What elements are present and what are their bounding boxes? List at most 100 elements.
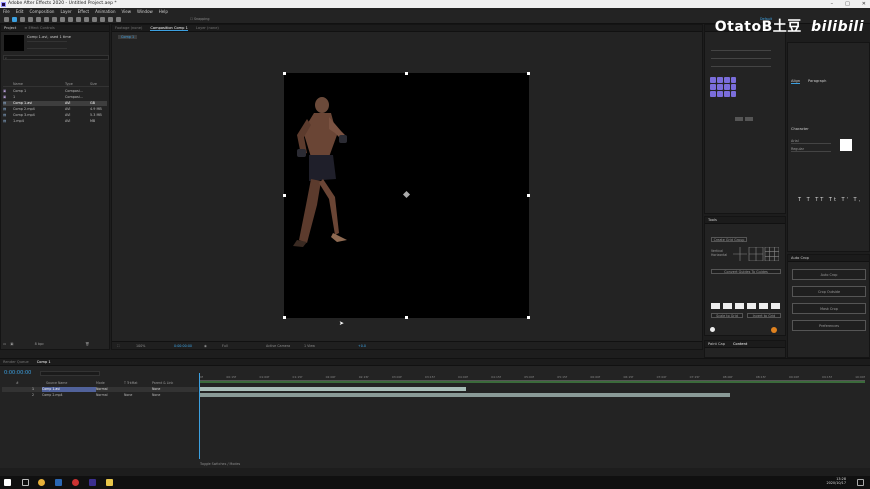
menu-animation[interactable]: Animation <box>95 8 115 15</box>
brush-tool-icon[interactable] <box>84 17 89 22</box>
comp1-timeline-tab[interactable]: Comp 1 <box>37 359 51 365</box>
col-name[interactable]: Name <box>3 82 65 86</box>
home-icon[interactable] <box>4 17 9 22</box>
paragraph-tab[interactable]: Paragraph <box>808 79 826 84</box>
work-area-bar[interactable] <box>200 381 865 383</box>
menu-window[interactable]: Window <box>137 8 153 15</box>
system-clock[interactable]: 13:28 2020/10/17 <box>826 477 846 485</box>
invert-to-grid-button[interactable]: Invert to Grid <box>747 313 781 318</box>
col-size[interactable]: Size <box>90 82 97 86</box>
trash-icon[interactable]: 🗑 <box>85 342 89 346</box>
transform-handle[interactable] <box>283 316 286 319</box>
menu-effect[interactable]: Effect <box>78 8 90 15</box>
convert-guides-button[interactable]: Convert Guides To Guides <box>711 269 781 274</box>
settings-icon[interactable] <box>710 327 715 332</box>
character-tab[interactable]: Character <box>791 127 809 131</box>
transform-handle[interactable] <box>527 316 530 319</box>
camera-tool-icon[interactable] <box>44 17 49 22</box>
new-folder-icon[interactable]: ▭ <box>3 342 6 346</box>
eraser-tool-icon[interactable] <box>100 17 105 22</box>
menu-help[interactable]: Help <box>159 8 168 15</box>
menu-view[interactable]: View <box>122 8 132 15</box>
slider-track[interactable] <box>711 47 771 51</box>
transform-handle[interactable] <box>527 72 530 75</box>
crop-outside-button[interactable]: Crop Outside <box>792 286 866 297</box>
windows-start-icon[interactable] <box>4 479 11 486</box>
pen-icon[interactable] <box>745 117 753 121</box>
composition-tab[interactable]: Composition Comp 1 <box>150 25 188 31</box>
layer-row-2[interactable]: 2 Comp 2.mp4 Normal None None <box>2 393 198 398</box>
transform-handle[interactable] <box>527 194 530 197</box>
align-tab[interactable]: Align <box>791 79 801 84</box>
selection-tool-icon[interactable] <box>12 17 17 22</box>
rotate-tool-icon[interactable] <box>36 17 41 22</box>
align-top-icon[interactable] <box>747 303 756 309</box>
menu-composition[interactable]: Composition <box>29 8 54 15</box>
file-explorer-icon[interactable] <box>106 479 113 486</box>
col-trkmat[interactable]: T TrkMat <box>124 381 152 386</box>
project-item-comp1-avi[interactable]: ▤ Comp 1.avi AVI GB <box>3 101 107 106</box>
time-ruler[interactable]: 0f 00:15f 01:00f 01:15f 02:00f 02:15f 03:00f 03… <box>200 373 865 381</box>
menu-layer[interactable]: Layer <box>60 8 71 15</box>
footage-tab[interactable]: Footage (none) <box>115 25 142 31</box>
text-style-buttons[interactable]: T T TT Tt T' T, <box>798 197 862 203</box>
tools-tab[interactable]: Tools <box>708 217 717 223</box>
transform-handle[interactable] <box>405 316 408 319</box>
playhead[interactable] <box>199 373 200 459</box>
mask-crop-button[interactable]: Mask Crop <box>792 303 866 314</box>
paint-tab[interactable]: Paint Cap <box>708 341 725 347</box>
close-icon[interactable]: ✕ <box>862 0 866 8</box>
timeline-search-input[interactable] <box>40 371 100 376</box>
camera-dropdown[interactable]: Active Camera <box>266 344 290 348</box>
project-item-1-mp4[interactable]: ▤ 1.mp4 AVI MB <box>3 119 107 124</box>
effect-controls-tab[interactable]: ≡ Effect Controls <box>24 25 55 31</box>
exposure-value[interactable]: +0.0 <box>358 344 366 348</box>
type-tool-icon[interactable] <box>76 17 81 22</box>
auto-crop-button[interactable]: Auto Crop <box>792 269 866 280</box>
col-source-name[interactable]: Source Name <box>46 381 96 386</box>
timeline-current-time[interactable]: 0:00:00:00 <box>4 370 31 376</box>
minimize-icon[interactable]: – <box>831 0 834 8</box>
snapping-toggle[interactable]: ☐ Snapping <box>190 17 210 21</box>
transform-handle[interactable] <box>405 72 408 75</box>
font-family-dropdown[interactable]: Arial <box>791 139 831 144</box>
always-preview-icon[interactable]: ⛶ <box>117 344 119 348</box>
snapshot-icon[interactable]: ◉ <box>204 344 207 348</box>
slider-track[interactable] <box>711 63 771 67</box>
zoom-dropdown[interactable]: 100% <box>136 344 145 348</box>
clone-stamp-tool-icon[interactable] <box>92 17 97 22</box>
transform-handle[interactable] <box>283 194 286 197</box>
project-item-1[interactable]: ▣ 1 Composi... <box>3 95 107 100</box>
auto-crop-tab[interactable]: Auto Crop <box>791 255 809 261</box>
help-icon[interactable] <box>771 327 777 333</box>
toggle-switches-modes[interactable]: Toggle Switches / Modes <box>200 462 240 466</box>
maximize-icon[interactable]: □ <box>845 0 850 8</box>
align-hcenter-icon[interactable] <box>723 303 732 309</box>
project-search-input[interactable]: ⌕ <box>3 55 109 60</box>
fill-color-swatch[interactable] <box>840 139 852 151</box>
resolution-dropdown[interactable]: Full <box>222 344 228 348</box>
layer-row-1[interactable]: 1 Comp 1.avi Normal None <box>2 387 198 392</box>
project-item-comp3[interactable]: ▤ Comp 3.mp4 AVI 5.3 MB <box>3 113 107 118</box>
render-queue-tab[interactable]: Render Queue <box>3 359 29 365</box>
content-tab[interactable]: Content <box>733 341 747 347</box>
brush-icon[interactable] <box>735 117 743 121</box>
new-comp-icon[interactable]: ▣ <box>10 342 13 346</box>
puppet-tool-icon[interactable] <box>116 17 121 22</box>
chrome-icon[interactable] <box>38 479 45 486</box>
menu-edit[interactable]: Edit <box>16 8 24 15</box>
rectangle-tool-icon[interactable] <box>60 17 65 22</box>
notification-icon[interactable] <box>857 479 864 486</box>
pan-behind-tool-icon[interactable] <box>52 17 57 22</box>
grid-option-horizontal[interactable]: Horizontal <box>711 253 727 257</box>
project-item-comp1[interactable]: ▣ Comp 1 Composi... <box>3 89 107 94</box>
current-time[interactable]: 0:00:00:00 <box>174 344 192 348</box>
roto-brush-tool-icon[interactable] <box>108 17 113 22</box>
preferences-button[interactable]: Preferences <box>792 320 866 331</box>
transform-handle[interactable] <box>283 72 286 75</box>
project-item-comp2[interactable]: ▤ Comp 2.mp4 AVI 4.9 MB <box>3 107 107 112</box>
zoom-tool-icon[interactable] <box>28 17 33 22</box>
menu-file[interactable]: File <box>3 8 10 15</box>
search-icon[interactable] <box>22 479 29 486</box>
slider-track[interactable] <box>711 55 771 59</box>
